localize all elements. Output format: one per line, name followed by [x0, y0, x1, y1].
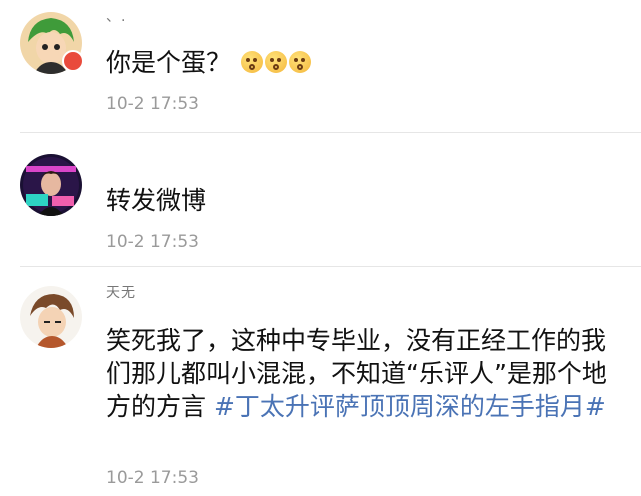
surprised-face-icon — [288, 51, 311, 73]
avatar[interactable] — [20, 286, 82, 348]
comment-item: 、. 你是个蛋？ 10-2 17:53 — [0, 0, 641, 132]
username[interactable]: 、. — [106, 6, 126, 26]
comment-item: 天无 笑死我了，这种中专毕业，没有正经工作的我们那儿都叫小混混，不知道“乐评人”… — [0, 268, 641, 496]
verified-badge-icon — [62, 50, 84, 72]
comment-list: 、. 你是个蛋？ 10-2 17:53 转发微博 10-2 17:53 天无 笑… — [0, 0, 641, 496]
comment-item: 转发微博 10-2 17:53 — [0, 134, 641, 266]
comment-text: 转发微博 — [106, 186, 207, 215]
avatar[interactable] — [20, 154, 82, 216]
divider — [20, 266, 641, 267]
comment-timestamp: 10-2 17:53 — [106, 468, 199, 488]
surprised-face-icon — [264, 51, 287, 73]
comment-text: 笑死我了，这种中专毕业，没有正经工作的我们那儿都叫小混混，不知道“乐评人”是那个… — [106, 326, 607, 421]
divider — [20, 132, 641, 133]
comment-timestamp: 10-2 17:53 — [106, 232, 199, 252]
surprised-face-icon — [240, 51, 263, 73]
comment-text: 你是个蛋？ — [106, 46, 621, 79]
comment-timestamp: 10-2 17:53 — [106, 94, 199, 114]
hashtag-link[interactable]: #丁太升评萨顶顶周深的左手指月# — [214, 392, 606, 421]
username[interactable]: 天无 — [106, 282, 136, 302]
